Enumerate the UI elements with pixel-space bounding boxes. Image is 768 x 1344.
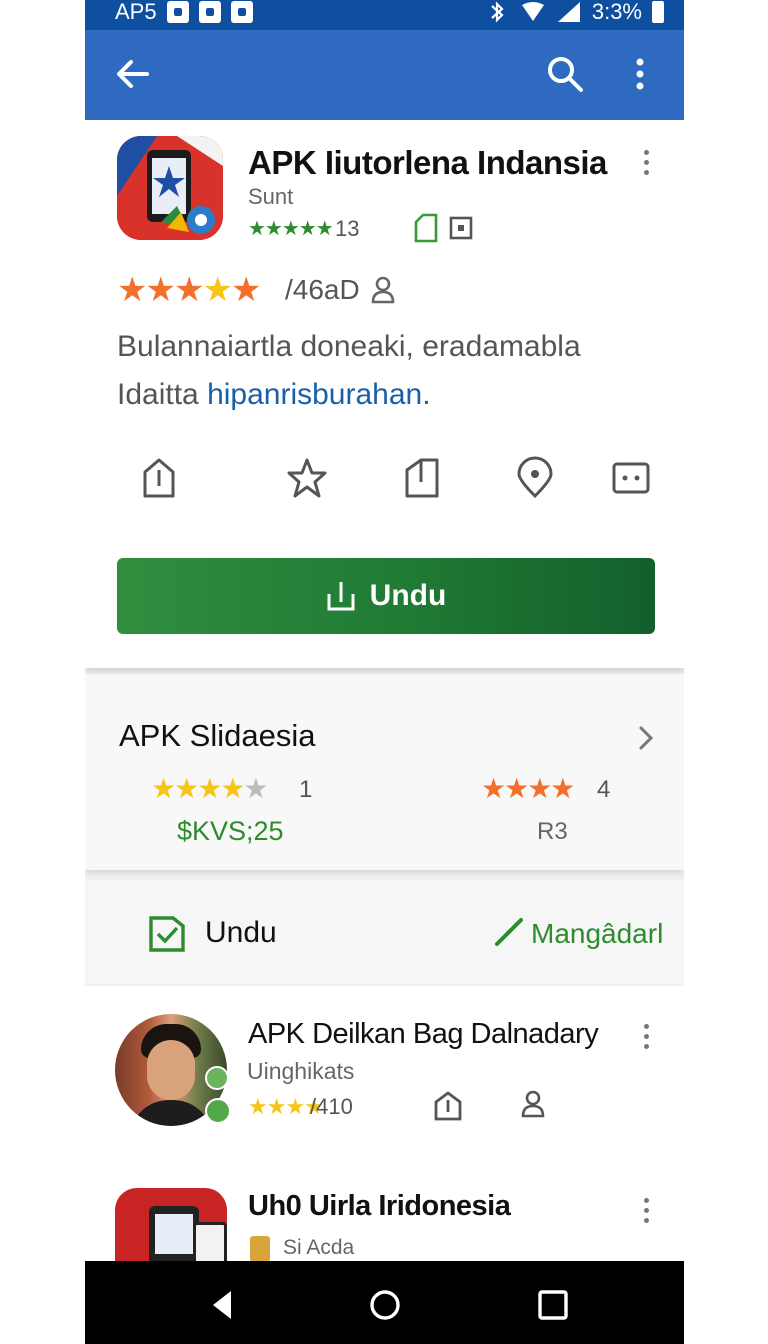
related-title: APK Slidaesia xyxy=(119,718,316,753)
nav-back-icon[interactable] xyxy=(205,1287,241,1323)
list-item-title: Uh0 Uirla Iridonesia xyxy=(248,1190,511,1222)
share-icon[interactable] xyxy=(139,456,179,500)
wifi-icon xyxy=(521,2,544,21)
bluetooth-icon xyxy=(491,1,504,23)
phone-screen: AP5 3:3% APK Iiutorlena Indansia Sunt ★★… xyxy=(85,0,684,1344)
bookmark-icon[interactable] xyxy=(403,456,443,500)
verified-badge-icon xyxy=(205,1098,231,1124)
user-icon xyxy=(521,1090,545,1118)
related-left-count: 1 xyxy=(299,776,313,803)
description-line-2: Idaitta hipanrisburahan. xyxy=(117,378,431,412)
description-link[interactable]: hipanrisburahan. xyxy=(207,378,431,411)
status-bar: AP5 3:3% xyxy=(85,0,684,30)
download-icon xyxy=(327,582,355,611)
list-item-title: APK Deilkan Bag Dalnadary xyxy=(248,1018,599,1050)
signal-icon xyxy=(557,2,580,22)
battery-icon xyxy=(652,1,664,23)
system-nav-bar xyxy=(85,1261,684,1344)
description-text: Idaitta xyxy=(117,378,208,411)
list-item-subtitle: Uinghikats xyxy=(247,1058,355,1084)
related-right-count: 4 xyxy=(597,776,611,803)
chevron-right-icon[interactable] xyxy=(637,724,655,752)
section-left-label[interactable]: Undu xyxy=(205,916,277,950)
small-rating-stars: ★★★★★ xyxy=(248,218,334,240)
notification-icon xyxy=(166,1,189,23)
carrier-label: AP5 xyxy=(115,0,157,24)
list-item-more-icon[interactable] xyxy=(642,1024,650,1052)
folder-icon xyxy=(250,1236,270,1262)
clock-label: 3:3% xyxy=(591,0,642,24)
location-icon[interactable] xyxy=(515,456,555,500)
list-item[interactable]: APK Deilkan Bag Dalnadary Uinghikats ★★★… xyxy=(85,986,684,1136)
download-section-row: Undu Mangâdarl xyxy=(85,880,684,984)
description-line-1: Bulannaiartla doneaki, eradamabla xyxy=(117,330,581,363)
developer-name[interactable]: Sunt xyxy=(248,184,293,210)
content-rating-icon xyxy=(414,213,438,243)
download-button[interactable]: Undu xyxy=(117,558,655,634)
nav-recents-icon[interactable] xyxy=(535,1287,571,1323)
download-label: Undu xyxy=(369,579,447,612)
left-star-empty: ★ xyxy=(243,773,268,804)
small-rating-count: 13 xyxy=(335,216,360,241)
related-right-stars: ★★★★ xyxy=(481,773,575,804)
more-vert-icon[interactable] xyxy=(625,54,655,94)
card-more-icon[interactable] xyxy=(642,150,650,178)
check-icon xyxy=(495,918,523,946)
app-title: APK Iiutorlena Indansia xyxy=(248,144,607,181)
checkbox-icon[interactable] xyxy=(147,912,187,954)
related-left-price: $KVS;25 xyxy=(177,816,284,846)
app-detail-card: APK Iiutorlena Indansia Sunt ★★★★★ 13 ★★… xyxy=(85,120,684,668)
list-item-meta: /410 xyxy=(310,1094,353,1119)
related-right-price: R3 xyxy=(537,818,568,845)
rating-stars: ★★★★★ xyxy=(117,271,261,309)
list-item[interactable]: Uh0 Uirla Iridonesia Si Acda xyxy=(85,1168,684,1284)
plus-notification-icon xyxy=(230,1,253,23)
action-row xyxy=(85,456,684,506)
related-card[interactable]: APK Slidaesia ★★★★★ 1 $KVS;25 ★★★★ 4 R3 xyxy=(85,674,684,870)
share-icon[interactable] xyxy=(433,1090,463,1122)
app-bar xyxy=(85,30,684,120)
review-count: /46aD xyxy=(285,274,360,305)
star-icon[interactable] xyxy=(287,456,327,500)
app-list: APK Deilkan Bag Dalnadary Uinghikats ★★★… xyxy=(85,986,684,1284)
search-icon[interactable] xyxy=(545,54,585,94)
app-icon xyxy=(117,136,223,240)
list-item-more-icon[interactable] xyxy=(642,1198,650,1226)
back-arrow-icon[interactable] xyxy=(113,54,153,94)
user-icon xyxy=(371,276,395,304)
chat-icon[interactable] xyxy=(611,456,651,500)
list-item-subtitle: Si Acda xyxy=(283,1236,355,1259)
app-notification-icon xyxy=(198,1,221,23)
nav-home-icon[interactable] xyxy=(367,1287,403,1323)
device-icon xyxy=(449,216,473,240)
related-left-stars: ★★★★★ xyxy=(151,772,269,805)
secondary-badge-icon xyxy=(205,1066,229,1090)
section-right-label[interactable]: Mangâdarl xyxy=(531,918,663,950)
left-stars-filled: ★★★★ xyxy=(151,773,245,804)
